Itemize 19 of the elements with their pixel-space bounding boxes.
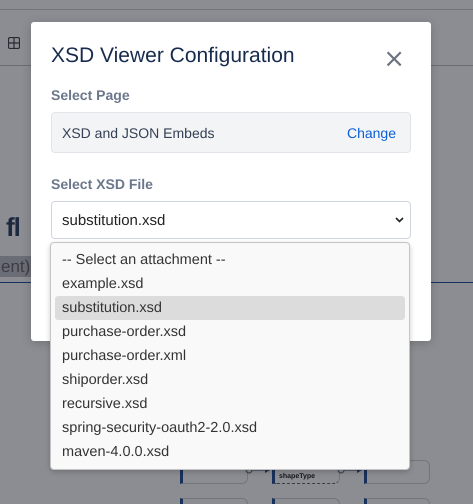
dialog-title: XSD Viewer Configuration <box>51 44 295 68</box>
field-label: Select Page <box>51 87 131 103</box>
field-label: Select XSD File <box>51 176 154 192</box>
dropdown-option[interactable]: recursive.xsd <box>55 392 405 416</box>
close-button[interactable]: × <box>377 46 411 72</box>
dropdown-option[interactable]: example.xsd <box>55 272 405 296</box>
change-link[interactable]: Change <box>346 124 396 140</box>
table-icon[interactable] <box>8 36 20 48</box>
chevron-down-icon <box>395 217 404 223</box>
dropdown-option[interactable]: purchase-order.xml <box>55 344 405 368</box>
file-select[interactable]: substitution.xsd <box>51 201 411 239</box>
dropdown-option[interactable]: purchase-order.xsd <box>55 320 405 344</box>
dropdown-option[interactable]: substitution.xsd <box>55 296 405 320</box>
dropdown-option[interactable]: maven-4.0.0.xsd <box>55 440 405 464</box>
dropdown-option[interactable]: -- Select an attachment -- <box>55 248 405 272</box>
dropdown-option[interactable]: shiporder.xsd <box>55 368 405 392</box>
page-heading: fl <box>6 211 20 244</box>
page-name: XSD and JSON Embeds <box>62 124 215 140</box>
dropdown-option[interactable]: spring-security-oauth2-2.0.xsd <box>55 416 405 440</box>
